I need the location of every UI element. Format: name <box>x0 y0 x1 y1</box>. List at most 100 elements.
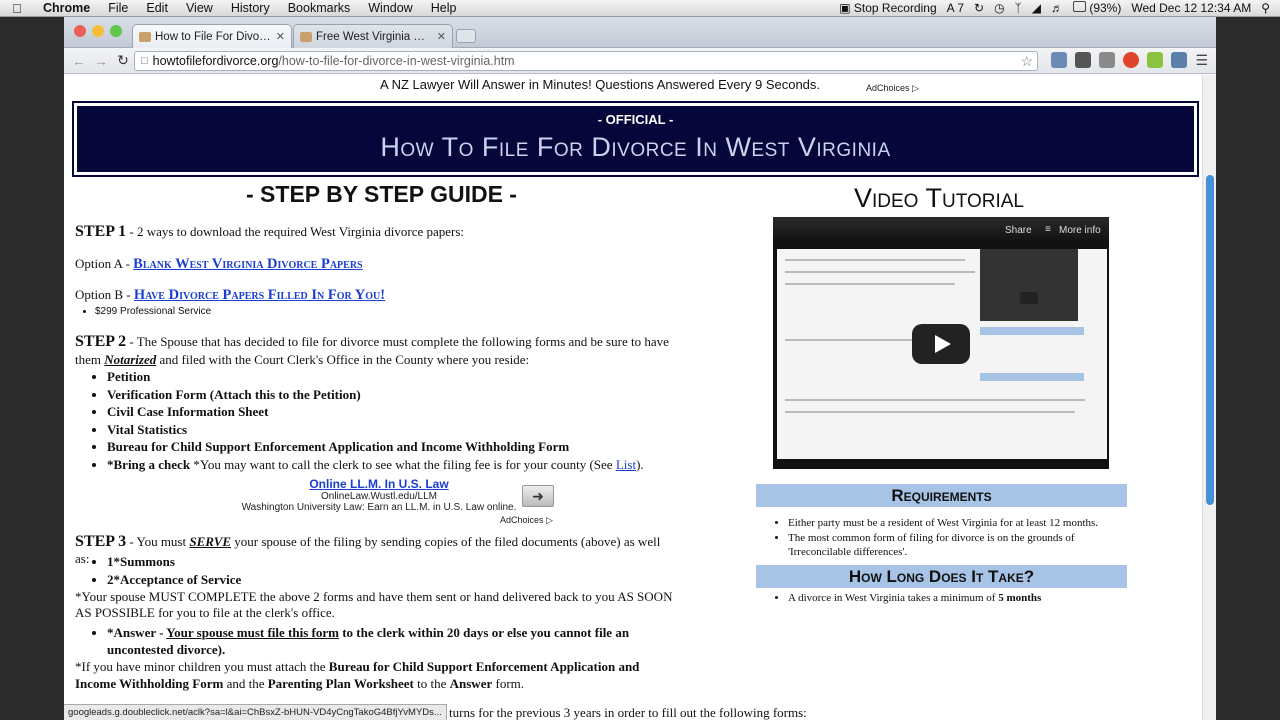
clock[interactable]: Wed Dec 12 12:34 AM <box>1131 1 1251 15</box>
thumb-line <box>785 399 1085 401</box>
step-1-text: - 2 ways to download the required West V… <box>126 224 465 239</box>
stop-recording-label: Stop Recording <box>853 1 937 15</box>
minor-text: *If you have minor children you must att… <box>75 659 329 674</box>
battery-icon[interactable]: (93%) <box>1072 1 1122 15</box>
top-ad-text[interactable]: A NZ Lawyer Will Answer in Minutes! Ques… <box>380 77 820 92</box>
adchoices-label: AdChoices <box>500 515 544 525</box>
bring-check-bold: *Bring a check <box>107 456 191 472</box>
menu-window[interactable]: Window <box>359 0 421 17</box>
minor-bold: Parenting Plan Worksheet <box>267 676 414 691</box>
llm-ad[interactable]: Online LL.M. In U.S. Law OnlineLaw.Wustl… <box>214 477 544 513</box>
how-long-text: A divorce in West Virginia takes a minim… <box>788 592 999 604</box>
new-tab-button[interactable] <box>456 29 476 43</box>
blank-papers-link[interactable]: Blank West Virginia Divorce Papers <box>133 256 362 272</box>
page-banner: - OFFICIAL - How To File For Divorce In … <box>72 101 1199 177</box>
adchoices-link-2[interactable]: AdChoices ▷ <box>500 515 553 526</box>
tab-free-wv-divorce[interactable]: Free West Virginia Divorce P ✕ <box>293 24 453 48</box>
requirements-list: Either party must be a resident of West … <box>788 516 1133 560</box>
thumb-line <box>785 411 1075 413</box>
llm-ad-desc: Washington University Law: Earn an LL.M.… <box>241 502 517 513</box>
address-bar[interactable]: □ howtofilefordivorce.org/how-to-file-fo… <box>134 51 1038 71</box>
adchoices-link[interactable]: AdChoices ▷ <box>866 83 919 94</box>
minimize-window-button[interactable] <box>92 25 104 37</box>
evernote-extension-icon[interactable] <box>1147 52 1164 68</box>
stop-recording-item[interactable]: ▣ Stop Recording <box>839 1 936 15</box>
step-1-label: STEP 1 <box>75 223 127 240</box>
menu-help[interactable]: Help <box>422 0 466 17</box>
video-more-info-button[interactable]: More info <box>1059 225 1101 236</box>
video-share-button[interactable]: Share <box>1005 225 1032 236</box>
tab-title: How to File For Divorce in W <box>155 30 272 43</box>
llm-ad-url: OnlineLaw.Wustl.edu/LLM <box>321 491 437 502</box>
minor-text: form. <box>492 676 525 691</box>
video-top-bar: Share ≡ More info <box>773 217 1109 243</box>
bluetooth-icon[interactable]: ᛉ <box>1015 1 1022 15</box>
url-path: /how-to-file-for-divorce-in-west-virgini… <box>278 54 515 68</box>
requirement-item: The most common form of filing for divor… <box>788 531 1133 559</box>
option-b-price: $299 Professional Service <box>95 306 211 324</box>
menu-bookmarks[interactable]: Bookmarks <box>279 0 360 17</box>
stumbleupon-extension-icon[interactable] <box>1123 52 1140 68</box>
sync-icon[interactable]: ↻ <box>974 1 984 15</box>
back-icon[interactable]: ← <box>68 53 90 69</box>
volume-icon[interactable]: ♬ <box>1051 1 1063 15</box>
favicon-icon <box>139 31 151 42</box>
favicon-icon <box>300 31 312 42</box>
apple-icon[interactable]:  <box>0 1 34 16</box>
answer-form-link[interactable]: Your spouse must file this form <box>166 625 339 640</box>
form-item: Vital Statistics <box>107 422 644 440</box>
fee-list-link[interactable]: List <box>616 457 636 472</box>
scrollbar-thumb[interactable] <box>1206 175 1214 505</box>
more-info-icon[interactable]: ≡ <box>1045 224 1051 235</box>
zoom-window-button[interactable] <box>110 25 122 37</box>
requirement-item: Either party must be a resident of West … <box>788 516 1133 530</box>
bookmark-star-icon[interactable]: ☆ <box>1020 53 1033 70</box>
account-extension-icon[interactable] <box>1051 52 1068 68</box>
ad-arrow-button[interactable]: ➜ <box>522 485 554 507</box>
serve-text: SERVE <box>189 534 232 549</box>
bring-check-item: *Bring a check *You may want to call the… <box>107 457 644 475</box>
reload-icon[interactable]: ↻ <box>112 52 134 69</box>
banner-title: How To File For Divorce In West Virginia <box>380 132 891 162</box>
time-machine-icon[interactable]: ◷ <box>994 1 1004 15</box>
menu-edit[interactable]: Edit <box>137 0 177 17</box>
thumb-requirements-bar <box>980 327 1084 335</box>
step-3-note: *Your spouse MUST COMPLETE the above 2 f… <box>75 589 673 620</box>
image-extension-icon[interactable] <box>1171 52 1188 68</box>
thumb-video-area <box>980 249 1078 321</box>
llm-ad-title[interactable]: Online LL.M. In U.S. Law <box>214 477 544 491</box>
spotlight-icon[interactable]: ⚲ <box>1261 1 1270 15</box>
menu-app-name[interactable]: Chrome <box>34 0 99 17</box>
answer-bold: *Answer - <box>107 625 167 640</box>
notarized-text: Notarized <box>104 352 157 367</box>
mini-play-icon <box>1020 292 1038 304</box>
url-host: howtofilefordivorce.org <box>152 54 279 68</box>
option-b: Option B - Have Divorce Papers Filled In… <box>75 287 385 304</box>
chrome-menu-icon[interactable]: ☰ <box>1195 52 1208 69</box>
cast-extension-icon[interactable] <box>1075 52 1092 68</box>
menu-history[interactable]: History <box>222 0 279 17</box>
filled-papers-link[interactable]: Have Divorce Papers Filled In For You! <box>134 287 385 303</box>
form-item: Verification Form (Attach this to the Pe… <box>107 387 644 405</box>
screenshot-extension-icon[interactable] <box>1099 52 1116 68</box>
option-b-label: Option B - <box>75 287 134 302</box>
menu-view[interactable]: View <box>177 0 222 17</box>
minor-text: to the <box>413 676 450 691</box>
tab-how-to-file[interactable]: How to File For Divorce in W ✕ <box>132 24 292 48</box>
cut-off-text: turns for the previous 3 years in order … <box>449 705 807 720</box>
close-tab-icon[interactable]: ✕ <box>276 30 285 43</box>
form-item: Bureau for Child Support Enforcement App… <box>107 439 644 457</box>
close-window-button[interactable] <box>74 25 86 37</box>
play-button-icon[interactable] <box>912 324 970 364</box>
battery-percent: (93%) <box>1089 1 1122 15</box>
video-player[interactable]: Share ≡ More info <box>773 217 1109 469</box>
forward-icon[interactable]: → <box>90 53 112 69</box>
mac-menubar:  Chrome File Edit View History Bookmark… <box>0 0 1280 17</box>
how-long-bold: 5 months <box>998 592 1042 604</box>
adobe-icon[interactable]: A 7 <box>947 1 964 15</box>
close-tab-icon[interactable]: ✕ <box>437 30 446 43</box>
wifi-icon[interactable]: ◢ <box>1032 1 1041 15</box>
vertical-scrollbar[interactable] <box>1202 75 1216 720</box>
menu-file[interactable]: File <box>99 0 137 17</box>
how-long-heading: How Long Does It Take? <box>756 565 1127 588</box>
